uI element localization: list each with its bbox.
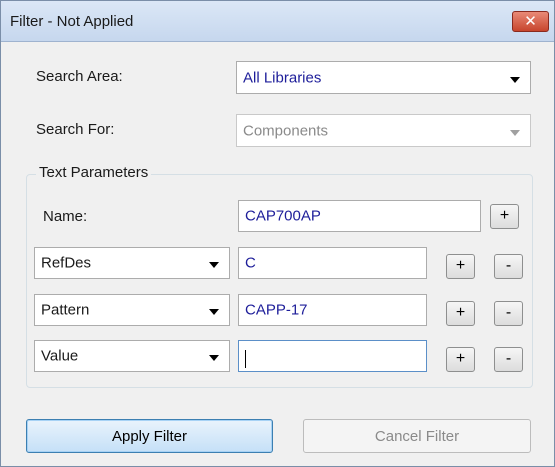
window-title: Filter - Not Applied — [10, 13, 134, 30]
param-field-dropdown-value[interactable]: Value — [34, 340, 230, 372]
remove-pattern-button[interactable]: - — [494, 301, 523, 326]
remove-refdes-button[interactable]: - — [494, 254, 523, 279]
search-area-dropdown[interactable]: All Libraries — [236, 61, 531, 94]
refdes-value-field[interactable]: C — [238, 247, 427, 279]
text-caret — [245, 350, 246, 368]
search-for-dropdown: Components — [236, 114, 531, 147]
add-pattern-button[interactable]: + — [446, 301, 475, 326]
cancel-filter-button: Cancel Filter — [303, 419, 531, 453]
title-bar[interactable]: Filter - Not Applied ✕ — [1, 1, 554, 42]
search-area-label: Search Area: — [36, 68, 123, 85]
param-field-dropdown-pattern[interactable]: Pattern — [34, 294, 230, 326]
close-icon: ✕ — [524, 13, 537, 30]
remove-value-button[interactable]: - — [494, 347, 523, 372]
chevron-down-icon — [209, 355, 219, 361]
search-for-label: Search For: — [36, 121, 115, 138]
chevron-down-icon — [510, 76, 520, 83]
add-refdes-button[interactable]: + — [446, 254, 475, 279]
refdes-value: C — [245, 254, 256, 272]
close-button[interactable]: ✕ — [512, 11, 549, 32]
param-field-value: Pattern — [41, 301, 90, 319]
text-parameters-title: Text Parameters — [36, 164, 152, 181]
search-for-value: Components — [243, 122, 329, 139]
param-field-dropdown-refdes[interactable]: RefDes — [34, 247, 230, 279]
param-field-value: RefDes — [41, 254, 92, 272]
add-name-button[interactable]: + — [490, 204, 519, 229]
name-label: Name: — [43, 208, 88, 225]
apply-filter-button[interactable]: Apply Filter — [26, 419, 273, 453]
chevron-down-icon — [209, 262, 219, 268]
param-field-value: Value — [41, 347, 79, 365]
pattern-value: CAPP-17 — [245, 301, 308, 319]
add-value-button[interactable]: + — [446, 347, 475, 372]
chevron-down-icon — [510, 129, 520, 136]
filter-dialog: Filter - Not Applied ✕ Search Area: All … — [0, 0, 555, 467]
value-value-field[interactable] — [238, 340, 427, 372]
chevron-down-icon — [209, 309, 219, 315]
name-field[interactable]: CAP700AP — [238, 200, 481, 232]
pattern-value-field[interactable]: CAPP-17 — [238, 294, 427, 326]
name-value: CAP700AP — [245, 207, 321, 225]
search-area-value: All Libraries — [243, 69, 322, 86]
